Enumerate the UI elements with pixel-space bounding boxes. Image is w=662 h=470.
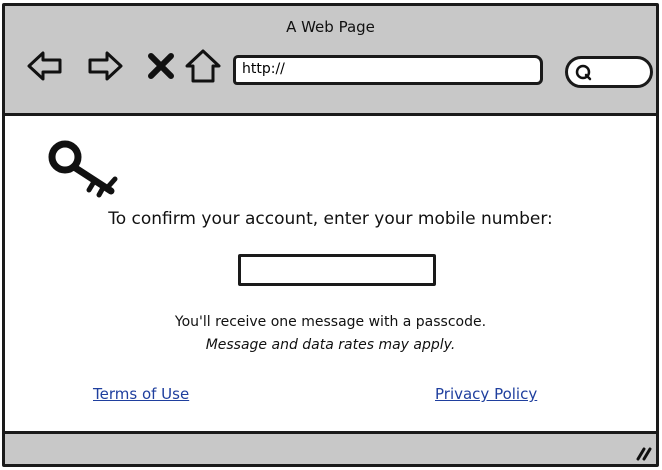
- page-content: To confirm your account, enter your mobi…: [5, 119, 656, 437]
- terms-of-use-link[interactable]: Terms of Use: [93, 385, 189, 403]
- passcode-note: You'll receive one message with a passco…: [174, 314, 487, 330]
- key-icon: [45, 135, 125, 199]
- browser-window: A Web Page http:// To confirm your accou…: [2, 3, 659, 467]
- search-icon: [575, 64, 592, 81]
- instruction-text: To confirm your account, enter your mobi…: [108, 209, 553, 229]
- browser-toolbar: A Web Page http://: [5, 6, 656, 116]
- privacy-policy-link[interactable]: Privacy Policy: [435, 385, 537, 403]
- mobile-number-field[interactable]: [238, 254, 436, 286]
- search-input[interactable]: [565, 56, 653, 88]
- home-icon[interactable]: [183, 46, 223, 86]
- window-title: A Web Page: [286, 18, 375, 36]
- status-bar: [5, 431, 656, 464]
- back-arrow-icon[interactable]: [25, 46, 65, 86]
- close-icon[interactable]: [141, 46, 181, 86]
- url-input[interactable]: http://: [233, 55, 543, 85]
- rates-note: Message and data rates may apply.: [205, 337, 456, 353]
- forward-arrow-icon[interactable]: [85, 46, 125, 86]
- resize-grip-icon[interactable]: [632, 441, 652, 461]
